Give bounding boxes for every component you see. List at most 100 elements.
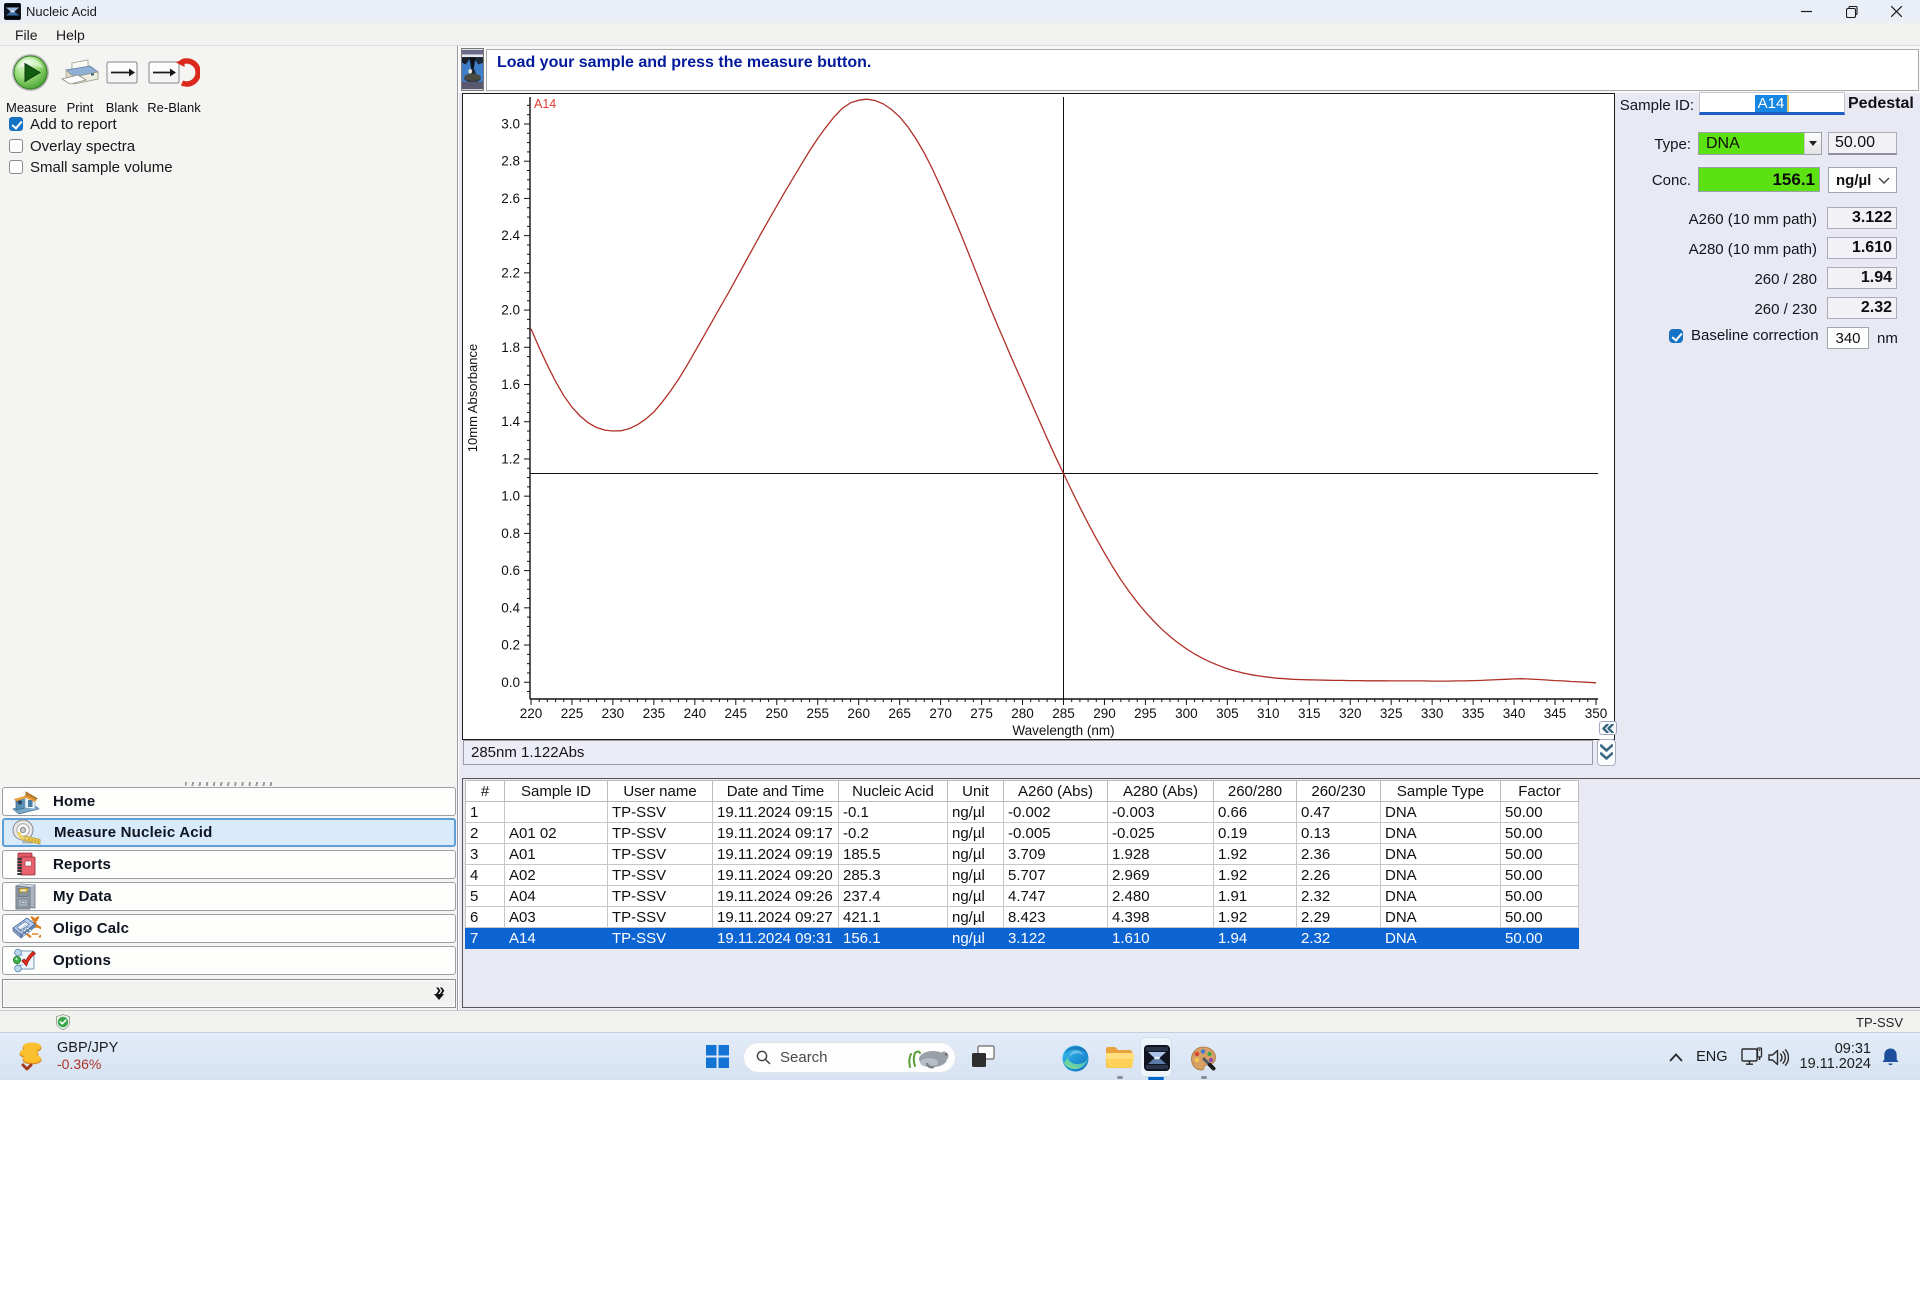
table-row[interactable]: 2 A01 02 TP-SSV 19.11.2024 09:17 -0.2 ng/µl -0… [465, 822, 1579, 844]
add-to-report-checkbox[interactable]: Add to report [9, 115, 117, 133]
chevron-double-down-icon [1600, 743, 1613, 760]
type-dropdown[interactable]: DNA [1698, 132, 1822, 155]
edge-icon[interactable] [1062, 1045, 1089, 1072]
print-icon [60, 59, 99, 85]
sidebar-item-reports[interactable]: Reports [2, 850, 456, 879]
table-cell: DNA [1380, 885, 1501, 907]
small-sample-volume-checkbox[interactable]: Small sample volume [9, 158, 173, 176]
table-row[interactable]: 4 A02 TP-SSV 19.11.2024 09:20 285.3 ng/µl 5.70… [465, 864, 1579, 886]
results-header-row: # Sample ID User name Date and Time Nucleic … [465, 780, 1579, 802]
column-header[interactable]: Date and Time [712, 780, 839, 802]
spectrum-plot[interactable]: 220 225 230 235 240 245 250 255 260 265 270 275 280 2… [463, 94, 1613, 738]
start-button-icon[interactable] [706, 1045, 729, 1068]
ratio-260-280-label: 260 / 280 [1754, 271, 1817, 288]
svg-text:225: 225 [561, 706, 584, 721]
table-cell: 1.92 [1213, 864, 1297, 886]
column-header[interactable]: 260/230 [1296, 780, 1381, 802]
table-cell: 1.92 [1213, 906, 1297, 928]
overlay-spectra-checkbox[interactable]: Overlay spectra [9, 137, 135, 155]
factor-field[interactable]: 50.00 [1828, 132, 1897, 155]
running-indicator [1201, 1076, 1207, 1079]
paint-icon[interactable] [1190, 1045, 1217, 1072]
clock-date: 19.11.2024 [1799, 1056, 1872, 1072]
sidebar-item-measure-nucleic-acid[interactable]: Measure Nucleic Acid [2, 818, 456, 847]
svg-text:2.0: 2.0 [501, 303, 520, 318]
column-header[interactable]: Sample ID [504, 780, 608, 802]
reblank-button[interactable]: Re-Blank [145, 53, 203, 115]
sidebar-item-home[interactable]: Home [2, 787, 456, 816]
search-box[interactable]: Search [743, 1042, 956, 1073]
table-cell: ng/µl [947, 822, 1004, 844]
language-indicator[interactable]: ENG [1696, 1049, 1727, 1065]
table-expand-button[interactable] [1597, 739, 1616, 766]
table-row[interactable]: 6 A03 TP-SSV 19.11.2024 09:27 421.1 ng/µl 8.42… [465, 906, 1579, 928]
svg-text:2.8: 2.8 [501, 154, 520, 169]
pedestal-mode-label: Pedestal [1848, 95, 1914, 112]
speaker-icon[interactable] [1767, 1048, 1789, 1066]
column-header[interactable]: # [465, 780, 505, 802]
svg-text:0.6: 0.6 [501, 563, 520, 578]
column-header[interactable]: A260 (Abs) [1003, 780, 1108, 802]
svg-text:0.8: 0.8 [501, 526, 520, 541]
task-view-icon[interactable] [971, 1045, 995, 1069]
svg-text:10mm Absorbance: 10mm Absorbance [465, 344, 480, 452]
minimize-button[interactable] [1784, 0, 1829, 23]
table-row[interactable]: 1 TP-SSV 19.11.2024 09:15 -0.1 ng/µl -0.002 -0… [465, 801, 1579, 823]
sidebar-item-oligo-calc[interactable]: Oligo Calc [2, 914, 456, 943]
ratio-260-230-value: 2.32 [1827, 297, 1897, 319]
splitter-handle[interactable] [185, 782, 273, 786]
sidebar-item-my-data[interactable]: My Data [2, 882, 456, 911]
conc-label: Conc. [1651, 172, 1691, 189]
blank-button[interactable]: Blank [103, 53, 141, 115]
svg-text:2.2: 2.2 [501, 265, 520, 280]
chevron-down-icon [434, 994, 444, 1000]
minimize-icon [1801, 10, 1812, 13]
table-cell: -0.025 [1107, 822, 1214, 844]
table-cell: 1.92 [1213, 843, 1297, 865]
print-button[interactable]: Print [58, 53, 102, 115]
column-header[interactable]: Sample Type [1380, 780, 1501, 802]
sidebar-item-options[interactable]: Options [2, 946, 456, 975]
svg-text:320: 320 [1339, 706, 1362, 721]
svg-text:0.2: 0.2 [501, 638, 520, 653]
file-explorer-icon[interactable] [1105, 1045, 1134, 1070]
column-header[interactable]: Nucleic Acid [838, 780, 948, 802]
conc-unit-dropdown[interactable]: ng/µl [1828, 167, 1897, 193]
table-cell: 50.00 [1500, 927, 1579, 949]
tray-chevron-up-icon[interactable] [1669, 1052, 1683, 1062]
nav-expander-button[interactable]: » [2, 979, 456, 1008]
chart-collapse-button[interactable] [1599, 721, 1617, 735]
table-cell: A14 [504, 927, 608, 949]
column-header[interactable]: Unit [947, 780, 1004, 802]
svg-text:1.2: 1.2 [501, 451, 520, 466]
column-header[interactable]: A280 (Abs) [1107, 780, 1214, 802]
table-row[interactable]: 5 A04 TP-SSV 19.11.2024 09:26 237.4 ng/µl 4.74… [465, 885, 1579, 907]
menu-file[interactable]: File [10, 26, 43, 44]
baseline-wavelength-input[interactable]: 340 [1827, 327, 1869, 349]
svg-text:3.0: 3.0 [501, 116, 520, 131]
calculator-dna-icon [12, 916, 41, 939]
close-button[interactable] [1874, 0, 1919, 23]
nucleic-acid-app-button[interactable] [1140, 1037, 1172, 1077]
results-table[interactable]: # Sample ID User name Date and Time Nucleic … [465, 780, 1579, 949]
menu-help[interactable]: Help [51, 26, 90, 44]
table-cell: 50.00 [1500, 906, 1579, 928]
status-strip: TP-SSV [0, 1010, 1920, 1032]
taskbar-clock[interactable]: 09:31 19.11.2024 [1800, 1042, 1872, 1072]
taskbar-widget[interactable]: GBP/JPY -0.36% [19, 1040, 118, 1072]
sample-id-input[interactable]: A14 [1699, 92, 1845, 115]
column-header[interactable]: 260/280 [1213, 780, 1297, 802]
table-row[interactable]: 3 A01 TP-SSV 19.11.2024 09:19 185.5 ng/µl 3.70… [465, 843, 1579, 865]
measure-button[interactable]: Measure [6, 53, 57, 115]
type-label: Type: [1654, 136, 1691, 153]
column-header[interactable]: Factor [1500, 780, 1579, 802]
restore-button[interactable] [1829, 0, 1874, 23]
table-cell: 2 [465, 822, 505, 844]
baseline-correction-checkbox[interactable]: Baseline correction [1669, 327, 1819, 344]
table-cell: 1.610 [1107, 927, 1214, 949]
display-pen-icon[interactable] [1740, 1047, 1763, 1067]
column-header[interactable]: User name [607, 780, 713, 802]
table-row[interactable]: 7 A14 TP-SSV 19.11.2024 09:31 156.1 ng/µl 3.12… [465, 927, 1579, 949]
notification-bell-icon[interactable] [1881, 1047, 1900, 1067]
table-cell: ng/µl [947, 885, 1004, 907]
